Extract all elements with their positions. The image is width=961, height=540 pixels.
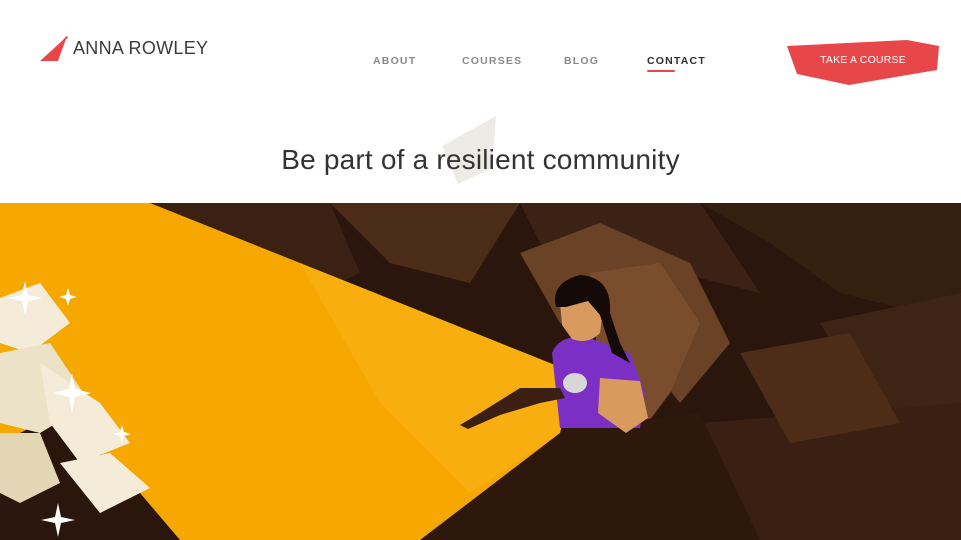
active-nav-underline (647, 70, 675, 72)
take-a-course-button[interactable]: TAKE A COURSE (785, 38, 941, 86)
nav-item-contact[interactable]: CONTACT (647, 55, 706, 72)
nav-item-blog[interactable]: BLOG (564, 55, 599, 67)
take-a-course-label: TAKE A COURSE (820, 54, 906, 66)
site-header: ANNA ROWLEY ABOUT COURSES BLOG CONTACT T… (0, 0, 961, 110)
nav-item-about[interactable]: ABOUT (373, 55, 416, 67)
nav-item-contact-label: CONTACT (647, 55, 706, 67)
nav-item-courses[interactable]: COURSES (462, 55, 522, 67)
hero-illustration (0, 203, 961, 540)
hero-title: Be part of a resilient community (281, 144, 680, 175)
